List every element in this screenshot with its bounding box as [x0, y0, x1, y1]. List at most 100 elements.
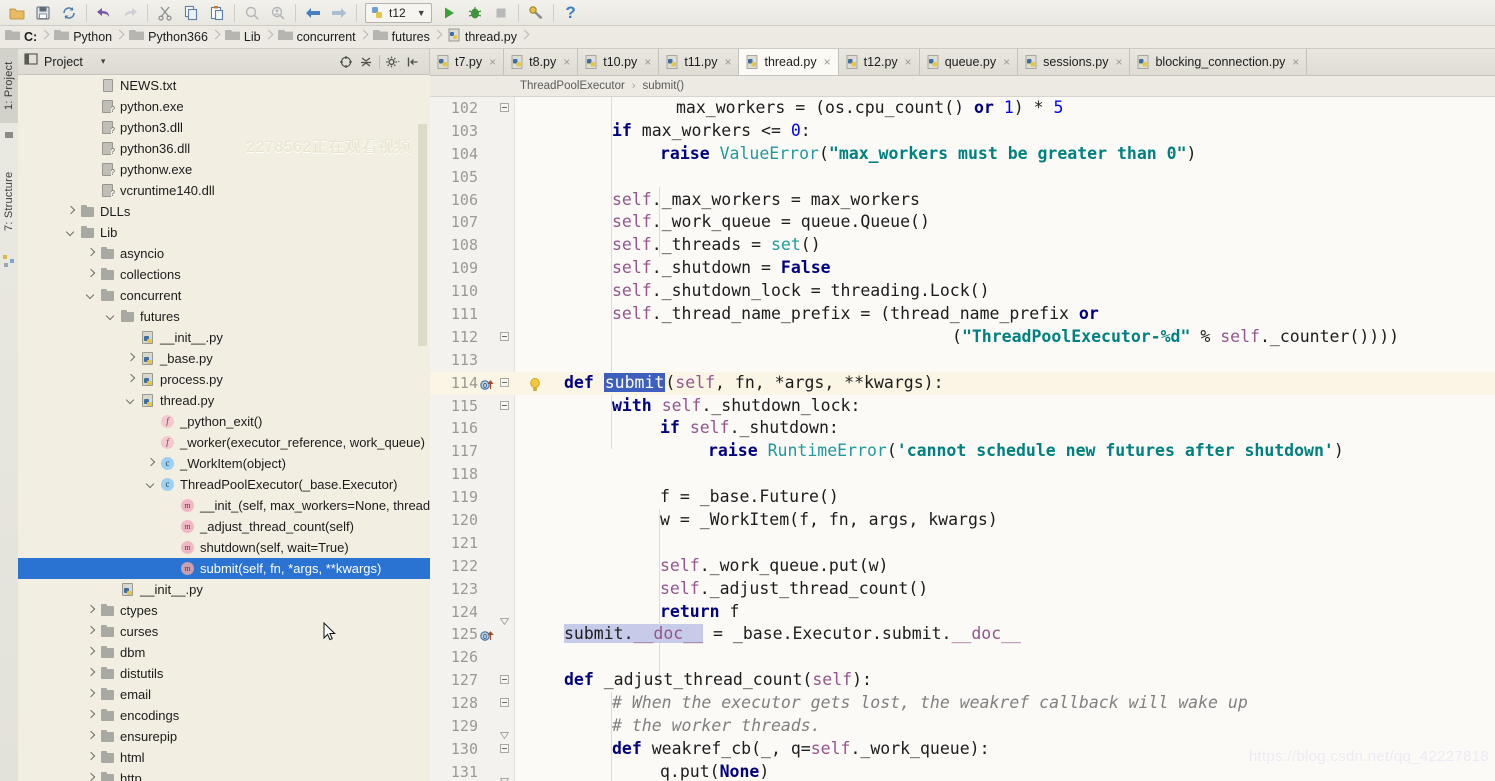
close-icon[interactable]: × — [824, 56, 831, 68]
chevron-down-icon[interactable] — [146, 479, 157, 490]
fold-toggle-icon[interactable] — [500, 377, 510, 388]
tree-item[interactable]: encodings — [18, 705, 430, 726]
breadcrumb-item[interactable]: Lib — [220, 26, 264, 49]
code-line[interactable]: 117 raise RuntimeError('cannot schedule n… — [430, 440, 1495, 463]
code-line[interactable]: 113 — [430, 349, 1495, 372]
breadcrumb-class[interactable]: ThreadPoolExecutor — [520, 80, 625, 92]
tree-item[interactable]: email — [18, 684, 430, 705]
tree-item[interactable]: http — [18, 768, 430, 781]
close-icon[interactable]: × — [724, 56, 731, 68]
chevron-down-icon[interactable]: ▼ — [417, 8, 426, 18]
code-line[interactable]: 120 w = _WorkItem(f, fn, args, kwargs) — [430, 509, 1495, 532]
code-line[interactable]: 106 self._max_workers = max_workers — [430, 189, 1495, 212]
copy-icon[interactable] — [178, 2, 204, 24]
project-file-tree[interactable]: NEWS.txt python.exe python3.dll python36.dl… — [18, 75, 430, 781]
chevron-down-icon[interactable]: ▾ — [101, 56, 106, 67]
code-line[interactable]: 104 raise ValueError("max_workers must be… — [430, 143, 1495, 166]
tree-item[interactable]: __init__.py — [18, 579, 430, 600]
override-marker-icon[interactable]: O — [480, 376, 494, 390]
debug-button[interactable] — [462, 2, 488, 24]
tree-item[interactable]: collections — [18, 264, 430, 285]
code-line[interactable]: 102 max_workers = (os.cpu_count() or 1) *… — [430, 97, 1495, 120]
code-line[interactable]: 123 self._adjust_thread_count() — [430, 578, 1495, 601]
editor-tab[interactable]: t10.py × — [578, 49, 660, 75]
intention-bulb-icon[interactable] — [528, 376, 542, 391]
find-icon[interactable] — [239, 2, 265, 24]
chevron-right-icon[interactable] — [86, 773, 97, 781]
breadcrumb-item[interactable]: Python366 — [124, 26, 211, 49]
tree-item[interactable]: curses — [18, 621, 430, 642]
back-icon[interactable] — [300, 2, 326, 24]
chevron-down-icon[interactable] — [66, 227, 77, 238]
code-line[interactable]: 112 ("ThreadPoolExecutor-%d" % self._coun… — [430, 326, 1495, 349]
editor-tab[interactable]: sessions.py × — [1018, 49, 1131, 75]
settings-wrench-icon[interactable] — [523, 2, 549, 24]
chevron-right-icon[interactable] — [86, 626, 97, 637]
tree-item[interactable]: m _adjust_thread_count(self) — [18, 516, 430, 537]
code-line[interactable]: 118 — [430, 463, 1495, 486]
run-button[interactable] — [436, 2, 462, 24]
find-usages-icon[interactable] — [265, 2, 291, 24]
tree-item[interactable]: __init__.py — [18, 327, 430, 348]
code-line[interactable]: 121 — [430, 532, 1495, 555]
chevron-right-icon[interactable] — [86, 752, 97, 763]
tree-item[interactable]: concurrent — [18, 285, 430, 306]
editor-tab[interactable]: t11.py × — [659, 49, 740, 75]
override-marker-icon[interactable]: O — [480, 627, 494, 641]
code-line[interactable]: 131 q.put(None) — [430, 761, 1495, 781]
close-icon[interactable]: × — [1115, 56, 1122, 68]
close-icon[interactable]: × — [644, 56, 651, 68]
breadcrumb-item[interactable]: Python — [49, 26, 115, 49]
tree-item[interactable]: _base.py — [18, 348, 430, 369]
tree-item[interactable]: thread.py — [18, 390, 430, 411]
tree-item[interactable]: distutils — [18, 663, 430, 684]
tree-item[interactable]: c _WorkItem(object) — [18, 453, 430, 474]
code-line[interactable]: 111 self._thread_name_prefix = (thread_na… — [430, 303, 1495, 326]
breadcrumb-item[interactable]: C: — [0, 26, 40, 49]
cut-icon[interactable] — [152, 2, 178, 24]
undo-icon[interactable] — [91, 2, 117, 24]
breadcrumb-item[interactable]: concurrent — [273, 26, 359, 49]
sync-icon[interactable] — [56, 2, 82, 24]
chevron-right-icon[interactable] — [86, 689, 97, 700]
editor-tab[interactable]: t8.py × — [504, 49, 579, 75]
chevron-right-icon[interactable] — [86, 248, 97, 259]
locate-icon[interactable] — [336, 52, 356, 72]
code-line[interactable]: 126 — [430, 646, 1495, 669]
tree-item[interactable]: m shutdown(self, wait=True) — [18, 537, 430, 558]
tree-item[interactable]: python.exe — [18, 96, 430, 117]
close-icon[interactable]: × — [489, 56, 496, 68]
tree-item[interactable]: f _worker(executor_reference, work_queue) — [18, 432, 430, 453]
chevron-down-icon[interactable] — [86, 290, 97, 301]
project-tree-scrollbar[interactable] — [418, 49, 427, 755]
rail-button-structure[interactable]: 7: Structure — [0, 152, 18, 250]
save-all-icon[interactable] — [30, 2, 56, 24]
code-line[interactable]: 124 return f — [430, 601, 1495, 625]
code-line[interactable]: 109 self._shutdown = False — [430, 257, 1495, 280]
tree-item[interactable]: DLLs — [18, 201, 430, 222]
tree-item[interactable]: NEWS.txt — [18, 75, 430, 96]
chevron-right-icon[interactable] — [86, 647, 97, 658]
code-line[interactable]: 103 if max_workers <= 0: — [430, 120, 1495, 143]
breadcrumb-member[interactable]: submit() — [643, 80, 685, 92]
code-line[interactable]: 108 self._threads = set() — [430, 234, 1495, 257]
stop-button[interactable] — [488, 2, 514, 24]
code-line[interactable]: 119 f = _base.Future() — [430, 486, 1495, 509]
editor-tab-active[interactable]: thread.py × — [739, 49, 839, 75]
code-line[interactable]: 129 # the worker threads. — [430, 715, 1495, 740]
chevron-right-icon[interactable] — [86, 605, 97, 616]
open-folder-icon[interactable] — [4, 2, 30, 24]
chevron-right-icon[interactable] — [126, 353, 137, 364]
redo-icon[interactable] — [117, 2, 143, 24]
scrollbar-thumb[interactable] — [418, 124, 427, 346]
run-configuration-selector[interactable]: t12 ▼ — [365, 2, 432, 23]
editor-tab[interactable]: t7.py × — [430, 49, 505, 75]
settings-gear-icon[interactable] — [383, 52, 403, 72]
chevron-right-icon[interactable] — [146, 458, 157, 469]
fold-toggle-icon[interactable] — [500, 675, 510, 685]
tree-item[interactable]: python3.dll — [18, 117, 430, 138]
chevron-right-icon[interactable] — [126, 374, 137, 385]
paste-icon[interactable] — [204, 2, 230, 24]
code-line[interactable]: 110 self._shutdown_lock = threading.Lock(… — [430, 280, 1495, 303]
code-line[interactable]: 107 self._work_queue = queue.Queue() — [430, 211, 1495, 234]
